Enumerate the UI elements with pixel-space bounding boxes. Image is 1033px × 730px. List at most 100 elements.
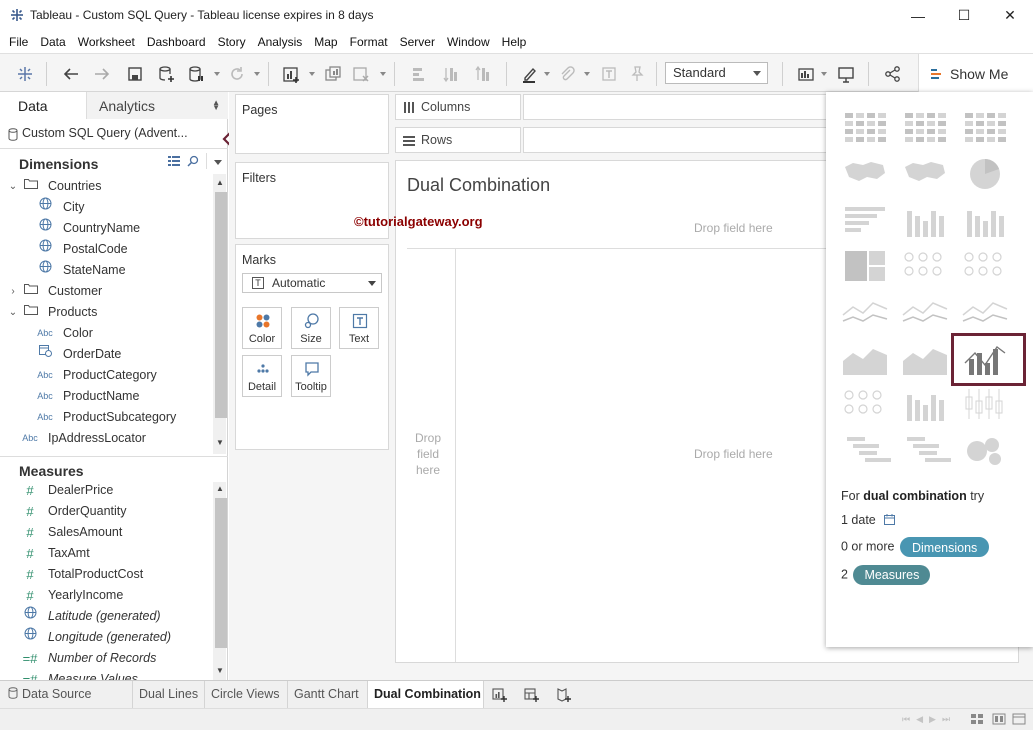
dimension-folder[interactable]: ⌄ Products — [0, 302, 212, 323]
packed-bubbles-chart-icon[interactable] — [959, 429, 1011, 471]
sheet-navigation-icon[interactable]: ⏮◀▶⏭ — [902, 714, 956, 725]
pie-chart-chart-icon[interactable] — [959, 153, 1011, 195]
fit-mode-select[interactable]: Standard — [665, 62, 768, 84]
color-button[interactable]: Color — [242, 307, 282, 349]
drop-field-center[interactable]: Drop field here — [694, 447, 773, 461]
measure-field[interactable]: # OrderQuantity — [0, 501, 212, 522]
circle-views-chart-icon[interactable] — [899, 245, 951, 287]
close-button[interactable]: ✕ — [987, 0, 1033, 31]
sort-ascending-icon[interactable] — [440, 63, 462, 85]
sheet-sorter-icon[interactable] — [970, 713, 984, 725]
presentation-mode-icon[interactable] — [835, 63, 857, 85]
measure-field[interactable]: # TotalProductCost — [0, 564, 212, 585]
measure-field[interactable]: =# Number of Records — [0, 648, 212, 669]
tab-gantt-chart[interactable]: Gantt Chart — [288, 681, 368, 709]
menu-map[interactable]: Map — [308, 31, 343, 53]
measure-field[interactable]: Longitude (generated) — [0, 627, 212, 648]
histogram-chart-icon[interactable] — [899, 383, 951, 425]
swap-rows-columns-icon[interactable] — [408, 63, 430, 85]
maximize-button[interactable]: ☐ — [941, 0, 987, 31]
scatter-plot-chart-icon[interactable] — [839, 383, 891, 425]
tab-circle-views[interactable]: Circle Views — [205, 681, 288, 709]
dimension-field[interactable]: Abc Color — [0, 323, 212, 344]
measure-field[interactable]: Latitude (generated) — [0, 606, 212, 627]
group-members-icon[interactable] — [556, 63, 578, 85]
dimension-field[interactable]: PostalCode — [0, 239, 212, 260]
highlight-icon[interactable] — [518, 63, 540, 85]
chevron-down-icon[interactable]: ⌄ — [4, 302, 22, 323]
chevron-down-icon[interactable]: ⌄ — [4, 176, 22, 197]
highlight-table-chart-icon[interactable] — [959, 107, 1011, 149]
dimension-field[interactable]: City — [0, 197, 212, 218]
data-source-item[interactable]: Custom SQL Query (Advent... — [0, 119, 228, 149]
tab-data[interactable]: Data — [0, 92, 86, 119]
stacked-bars-chart-icon[interactable] — [899, 199, 951, 241]
menu-server[interactable]: Server — [394, 31, 441, 53]
dimension-field[interactable]: Abc IpAddressLocator — [0, 428, 212, 449]
share-icon[interactable] — [882, 63, 904, 85]
drop-field-columns[interactable]: Drop field here — [694, 221, 773, 235]
refresh-icon[interactable] — [226, 63, 248, 85]
sort-descending-icon[interactable] — [472, 63, 494, 85]
tab-data-source[interactable]: Data Source — [0, 681, 133, 709]
menu-worksheet[interactable]: Worksheet — [72, 31, 141, 53]
filmstrip-icon[interactable] — [992, 713, 1006, 725]
text-button[interactable]: Text — [339, 307, 379, 349]
duplicate-sheet-icon[interactable] — [322, 63, 344, 85]
detail-button[interactable]: Detail — [242, 355, 282, 397]
tooltip-button[interactable]: Tooltip — [291, 355, 331, 397]
tab-dual-lines[interactable]: Dual Lines — [133, 681, 205, 709]
horizontal-bars-chart-icon[interactable] — [839, 199, 891, 241]
tab-dual-combination[interactable]: Dual Combination — [368, 681, 484, 709]
tableau-home-icon[interactable] — [14, 63, 36, 85]
show-me-button[interactable]: Show Me — [918, 54, 1033, 93]
measure-field[interactable]: # DealerPrice — [0, 480, 212, 501]
measure-field[interactable]: # SalesAmount — [0, 522, 212, 543]
new-worksheet-icon[interactable] — [492, 687, 508, 703]
undo-icon[interactable] — [60, 63, 82, 85]
view-mode-icon[interactable] — [168, 156, 180, 167]
new-dashboard-icon[interactable] — [524, 687, 540, 703]
heat-map-chart-icon[interactable] — [899, 107, 951, 149]
bullet-graph-chart-icon[interactable] — [899, 429, 951, 471]
filled-map-chart-icon[interactable] — [899, 153, 951, 195]
menu-help[interactable]: Help — [496, 31, 533, 53]
clear-sheet-icon[interactable] — [350, 63, 372, 85]
measure-field[interactable]: # TaxAmt — [0, 543, 212, 564]
menu-window[interactable]: Window — [441, 31, 496, 53]
menu-data[interactable]: Data — [34, 31, 71, 53]
new-data-source-icon[interactable] — [155, 63, 177, 85]
search-icon[interactable] — [187, 155, 199, 167]
show-cards-icon[interactable] — [795, 63, 817, 85]
menu-dashboard[interactable]: Dashboard — [141, 31, 212, 53]
dual-lines-chart-icon[interactable] — [959, 291, 1011, 333]
measures-scrollbar[interactable]: ▲ ▼ — [213, 482, 227, 680]
gantt-chart-chart-icon[interactable] — [839, 429, 891, 471]
fix-axes-pin-icon[interactable] — [626, 63, 648, 85]
side-by-side-bars-chart-icon[interactable] — [959, 199, 1011, 241]
menu-file[interactable]: File — [3, 31, 34, 53]
chevron-down-icon[interactable] — [214, 160, 222, 165]
symbol-map-chart-icon[interactable] — [839, 153, 891, 195]
dimension-folder[interactable]: ⌄ Countries — [0, 176, 212, 197]
dimension-field[interactable]: Abc ProductSubcategory — [0, 407, 212, 428]
new-worksheet-icon[interactable] — [280, 63, 302, 85]
continuous-lines-chart-icon[interactable] — [839, 291, 891, 333]
dimension-folder[interactable]: › Customer — [0, 281, 212, 302]
chevron-right-icon[interactable]: › — [4, 281, 22, 302]
size-button[interactable]: Size — [291, 307, 331, 349]
pause-auto-updates-icon[interactable] — [185, 63, 207, 85]
side-by-side-circles-chart-icon[interactable] — [959, 245, 1011, 287]
measure-field[interactable]: # YearlyIncome — [0, 585, 212, 606]
show-mark-labels-icon[interactable] — [598, 63, 620, 85]
dimension-field[interactable]: OrderDate — [0, 344, 212, 365]
menu-format[interactable]: Format — [344, 31, 394, 53]
tab-analytics[interactable]: Analytics ▲ ▼ — [86, 92, 228, 119]
treemap-chart-icon[interactable] — [839, 245, 891, 287]
save-icon[interactable] — [124, 63, 146, 85]
mark-type-select[interactable]: T Automatic — [242, 273, 382, 293]
tabs-view-icon[interactable] — [1012, 713, 1026, 725]
new-story-icon[interactable] — [556, 687, 572, 703]
dimension-field[interactable]: Abc ProductName — [0, 386, 212, 407]
dimensions-scrollbar[interactable]: ▲ ▼ — [213, 174, 227, 454]
